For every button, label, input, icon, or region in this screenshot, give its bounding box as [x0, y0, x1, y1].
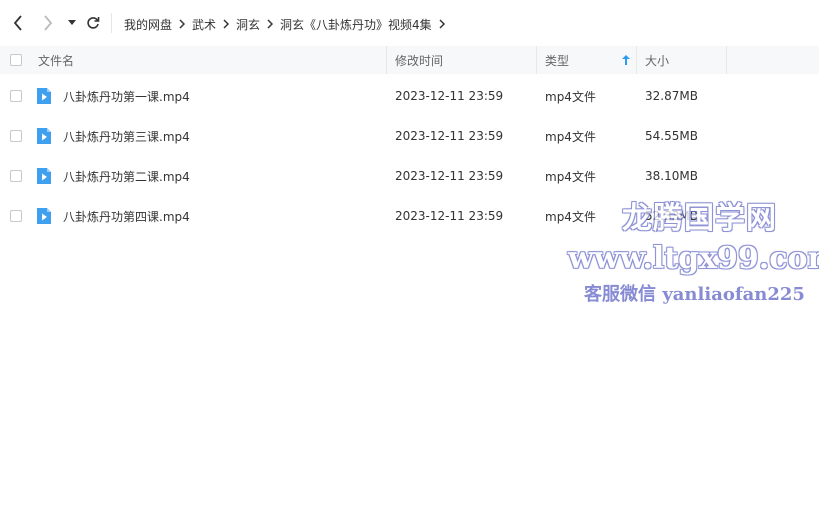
back-button[interactable]: [7, 12, 29, 34]
breadcrumb-item-root[interactable]: 我的网盘: [124, 16, 172, 33]
refresh-button[interactable]: [82, 12, 104, 34]
table-row[interactable]: 八卦炼丹功第二课.mp4 2023-12-11 23:59 mp4文件 38.10MB: [0, 156, 819, 196]
file-name[interactable]: 八卦炼丹功第一课.mp4: [63, 76, 190, 116]
file-size: 32.87MB: [645, 89, 698, 103]
column-divider[interactable]: [636, 46, 637, 74]
row-checkbox[interactable]: [10, 130, 22, 142]
chevron-right-icon: [44, 15, 53, 31]
file-name[interactable]: 八卦炼丹功第三课.mp4: [63, 116, 190, 156]
sort-up-arrow-icon[interactable]: [622, 46, 630, 74]
column-divider[interactable]: [726, 46, 727, 74]
watermark-contact: 客服微信 yanliaofan225: [584, 284, 805, 305]
file-type: mp4文件: [545, 209, 596, 224]
video-file-icon: [37, 208, 51, 224]
file-size: 38.10MB: [645, 169, 698, 183]
caret-down-icon: [68, 20, 76, 25]
file-modified: 2023-12-11 23:59: [395, 89, 504, 103]
toolbar: 我的网盘 武术 洞玄 洞玄《八卦炼丹功》视频4集: [0, 0, 819, 46]
table-row[interactable]: 八卦炼丹功第四课.mp4 2023-12-11 23:59 mp4文件 52.33MB: [0, 196, 819, 236]
column-header-name[interactable]: 文件名: [38, 46, 74, 74]
chevron-left-icon: [13, 15, 22, 31]
history-dropdown-button[interactable]: [61, 12, 83, 34]
file-type: mp4文件: [545, 89, 596, 104]
column-divider[interactable]: [386, 46, 387, 74]
chevron-right-icon: [179, 19, 186, 29]
breadcrumb-item-wushu[interactable]: 武术: [192, 16, 216, 33]
table-row[interactable]: 八卦炼丹功第三课.mp4 2023-12-11 23:59 mp4文件 54.55MB: [0, 116, 819, 156]
column-divider[interactable]: [536, 46, 537, 74]
file-name[interactable]: 八卦炼丹功第四课.mp4: [63, 196, 190, 236]
breadcrumb-item-dongxuan[interactable]: 洞玄: [236, 16, 260, 33]
watermark-url: www.ltgx99.com: [568, 241, 819, 276]
video-file-icon: [37, 168, 51, 184]
table-row[interactable]: 八卦炼丹功第一课.mp4 2023-12-11 23:59 mp4文件 32.87MB: [0, 76, 819, 116]
file-type: mp4文件: [545, 129, 596, 144]
breadcrumb-item-current[interactable]: 洞玄《八卦炼丹功》视频4集: [280, 16, 432, 33]
file-modified: 2023-12-11 23:59: [395, 169, 504, 183]
column-header-type[interactable]: 类型: [545, 46, 569, 74]
forward-button[interactable]: [37, 12, 59, 34]
column-header-modified[interactable]: 修改时间: [395, 46, 443, 74]
chevron-right-icon[interactable]: [439, 19, 445, 29]
file-modified: 2023-12-11 23:59: [395, 209, 504, 223]
video-file-icon: [37, 128, 51, 144]
chevron-right-icon: [267, 19, 274, 29]
select-all-checkbox[interactable]: [10, 54, 22, 66]
row-checkbox[interactable]: [10, 210, 22, 222]
breadcrumb: 我的网盘 武术 洞玄 洞玄《八卦炼丹功》视频4集: [124, 14, 452, 34]
file-type: mp4文件: [545, 169, 596, 184]
row-checkbox[interactable]: [10, 90, 22, 102]
file-list-header: 文件名 修改时间 类型 大小: [0, 46, 819, 74]
column-header-size[interactable]: 大小: [645, 46, 669, 74]
video-file-icon: [37, 88, 51, 104]
file-size: 52.33MB: [645, 209, 698, 223]
toolbar-divider: [111, 13, 112, 33]
chevron-right-icon: [223, 19, 230, 29]
row-checkbox[interactable]: [10, 170, 22, 182]
file-size: 54.55MB: [645, 129, 698, 143]
file-name[interactable]: 八卦炼丹功第二课.mp4: [63, 156, 190, 196]
file-modified: 2023-12-11 23:59: [395, 129, 504, 143]
refresh-icon: [87, 17, 100, 29]
